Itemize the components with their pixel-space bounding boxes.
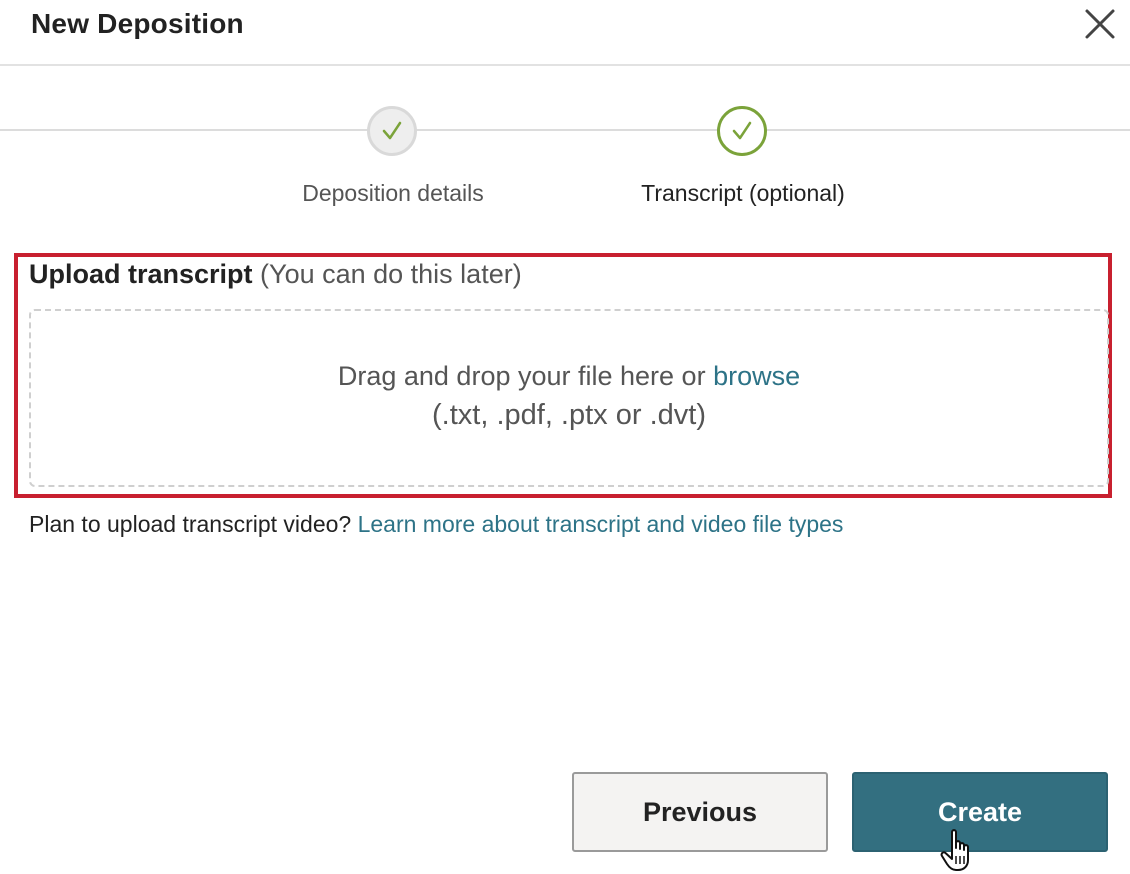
close-button[interactable] <box>1084 8 1116 40</box>
upload-transcript-section: Upload transcript (You can do this later… <box>14 253 1112 498</box>
accepted-file-types: (.txt, .pdf, .ptx or .dvt) <box>432 399 706 431</box>
video-upload-hint: Plan to upload transcript video? Learn m… <box>29 511 843 538</box>
step-2-indicator <box>717 106 767 156</box>
close-icon <box>1085 9 1115 39</box>
upload-heading: Upload transcript (You can do this later… <box>29 259 522 290</box>
hint-text: Plan to upload transcript video? <box>29 511 352 537</box>
check-icon <box>732 121 752 140</box>
new-deposition-dialog: New Deposition Deposition details Transc… <box>0 0 1130 874</box>
stepper-line <box>0 129 1130 131</box>
upload-heading-note: (You can do this later) <box>260 259 522 289</box>
learn-more-link[interactable]: Learn more about transcript and video fi… <box>358 511 844 537</box>
dropzone-text: Drag and drop your file here or <box>337 361 706 391</box>
previous-button[interactable]: Previous <box>572 772 828 852</box>
browse-link[interactable]: browse <box>713 361 800 391</box>
step-2-label: Transcript (optional) <box>641 180 845 206</box>
dialog-title: New Deposition <box>31 8 244 39</box>
upload-heading-title: Upload transcript <box>29 259 253 289</box>
step-1-label: Deposition details <box>302 180 484 206</box>
step-1-indicator <box>367 106 417 156</box>
dialog-header: New Deposition <box>0 0 1130 66</box>
dropzone-instructions: Drag and drop your file here or browse <box>31 361 1107 392</box>
file-dropzone[interactable]: Drag and drop your file here or browse (… <box>29 309 1109 487</box>
check-icon <box>382 121 402 140</box>
create-button[interactable]: Create <box>852 772 1108 852</box>
wizard-stepper: Deposition details Transcript (optional) <box>0 66 1130 226</box>
